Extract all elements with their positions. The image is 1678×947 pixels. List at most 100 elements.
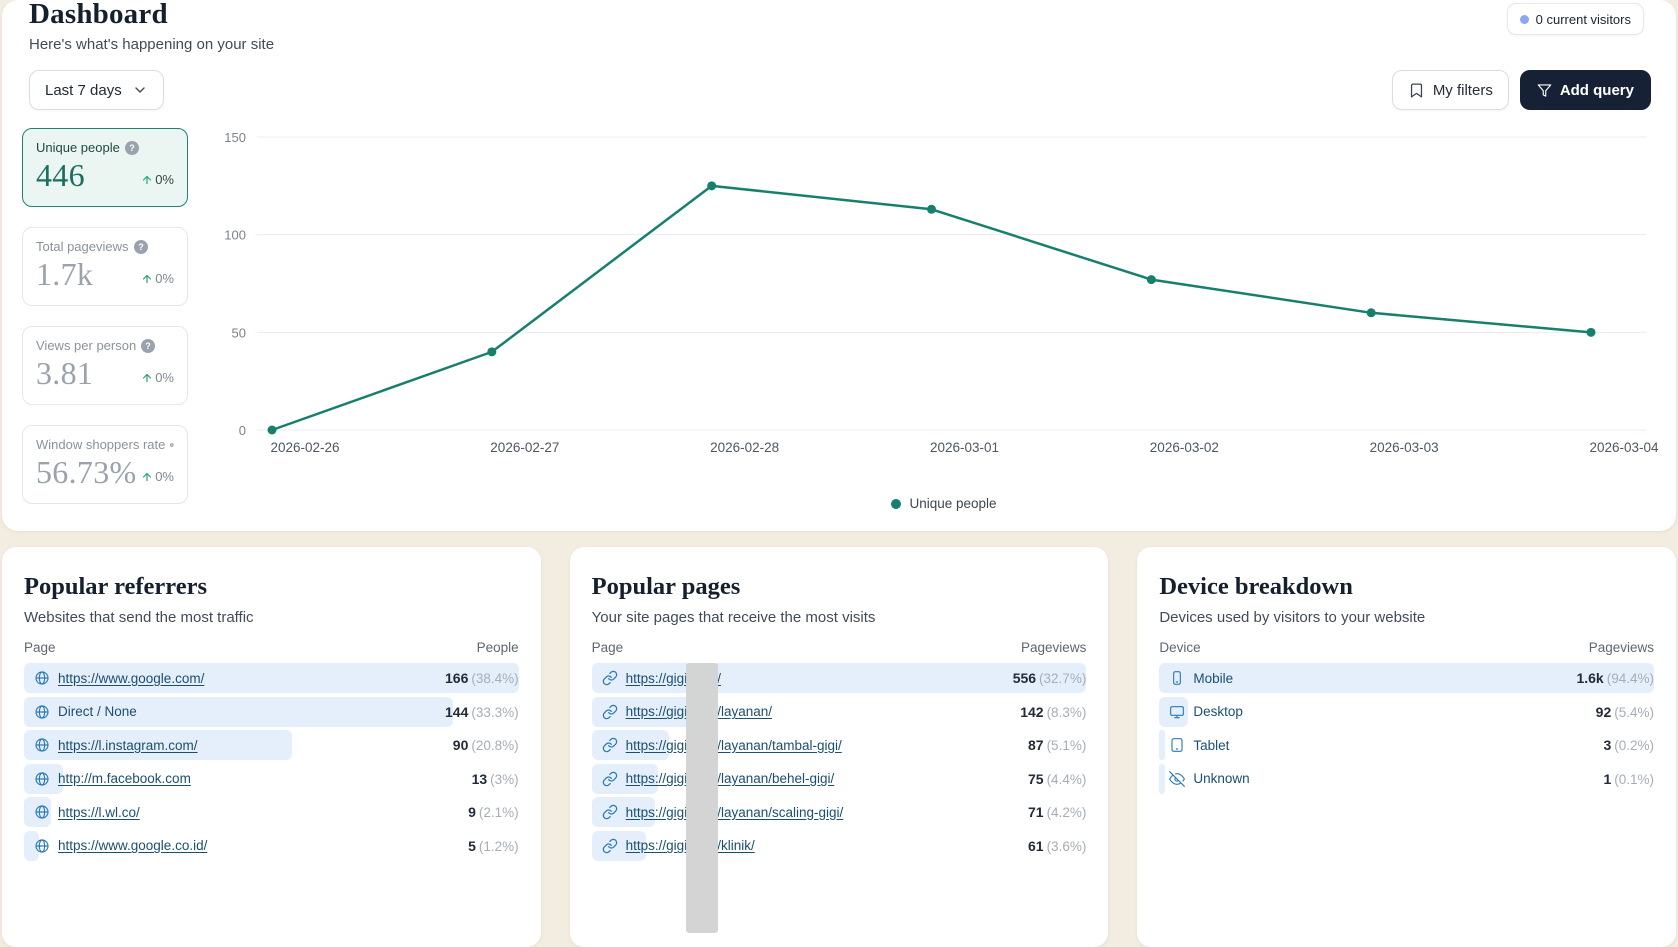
popular-pages-card: Popular pages Your site pages that recei… (570, 547, 1109, 947)
page-link[interactable]: https://gigi/layanan/behel-gigi/ (626, 771, 835, 786)
add-query-button[interactable]: Add query (1520, 70, 1651, 110)
row-value: 1(0.1%) (1595, 771, 1654, 787)
row-value: 92(5.4%) (1588, 704, 1654, 720)
stat-card-total-pageviews[interactable]: Total pageviews ? 1.7k 0% (22, 227, 188, 306)
svg-text:0: 0 (239, 423, 246, 438)
card-title: Device breakdown (1159, 573, 1654, 601)
row-value: 166(38.4%) (437, 670, 519, 686)
row-value: 3(0.2%) (1595, 737, 1654, 753)
link-icon (602, 670, 618, 686)
stat-label: Unique people (36, 140, 120, 155)
card-subtitle: Websites that send the most traffic (24, 609, 519, 626)
svg-text:50: 50 (232, 325, 246, 340)
row-value: 13(3%) (464, 771, 519, 787)
row-value: 71(4.2%) (1020, 804, 1086, 820)
referrer-link[interactable]: https://www.google.com/ (58, 671, 204, 686)
globe-icon (34, 838, 50, 854)
table-row: Direct / None 144(33.3%) (24, 697, 519, 727)
table-row: Mobile1.6k(94.4%) (1159, 663, 1654, 693)
current-visitors-badge: 0 current visitors (1507, 3, 1644, 35)
stat-delta: 0% (141, 469, 174, 491)
device-label[interactable]: Unknown (1193, 771, 1249, 786)
legend-dot-icon (891, 499, 901, 509)
page-link[interactable]: https://gigi/layanan/tambal-gigi/ (626, 738, 842, 753)
column-header-pageviews: Pageviews (1589, 640, 1654, 655)
page-link[interactable]: https://gigi/layanan/scaling-gigi/ (626, 805, 844, 820)
eye-off-icon (1169, 771, 1185, 787)
row-value: 5(1.2%) (460, 838, 519, 854)
table-row: Desktop 92(5.4%) (1159, 697, 1654, 727)
page-title: Dashboard (29, 0, 168, 34)
stat-value: 56.73% (36, 453, 136, 491)
mobile-icon (1169, 670, 1185, 686)
help-icon: ? (134, 240, 148, 254)
table-row: Tablet 3(0.2%) (1159, 730, 1654, 760)
svg-text:2026-03-04: 2026-03-04 (1589, 440, 1659, 455)
table-row: https://www.google.com/166(38.4%) (24, 663, 519, 693)
device-label[interactable]: Mobile (1193, 671, 1233, 686)
breakdown-cards-row: Popular referrers Websites that send the… (2, 547, 1676, 947)
stat-card-views-per-person[interactable]: Views per person ? 3.81 0% (22, 326, 188, 405)
svg-text:100: 100 (224, 228, 246, 243)
row-value: 75(4.4%) (1020, 771, 1086, 787)
referrer-link[interactable]: https://l.wl.co/ (58, 805, 140, 820)
link-icon (602, 838, 618, 854)
referrer-link[interactable]: https://l.instagram.com/ (58, 738, 198, 753)
stat-value: 3.81 (36, 354, 93, 392)
card-subtitle: Your site pages that receive the most vi… (592, 609, 1087, 626)
unique-people-line-chart: 0501001502026-02-262026-02-272026-02-282… (224, 130, 1664, 465)
card-title: Popular pages (592, 573, 1087, 601)
table-row: http://m.facebook.com 13(3%) (24, 764, 519, 794)
svg-text:2026-03-02: 2026-03-02 (1150, 440, 1219, 455)
referrer-link[interactable]: https://www.google.co.id/ (58, 838, 207, 853)
arrow-up-icon (141, 372, 153, 384)
table-row: Unknown 1(0.1%) (1159, 764, 1654, 794)
table-row: https://www.google.co.id/5(1.2%) (24, 831, 519, 861)
device-label[interactable]: Desktop (1193, 704, 1243, 719)
svg-text:2026-02-26: 2026-02-26 (270, 440, 339, 455)
overview-panel: Dashboard Here's what's happening on you… (2, 0, 1676, 531)
link-icon (602, 804, 618, 820)
svg-text:?: ? (138, 242, 144, 252)
row-value: 142(8.3%) (1012, 704, 1086, 720)
card-subtitle: Devices used by visitors to your website (1159, 609, 1654, 626)
row-value: 144(33.3%) (437, 704, 519, 720)
legend-label: Unique people (909, 496, 996, 511)
globe-icon (34, 771, 50, 787)
referrer-link[interactable]: http://m.facebook.com (58, 771, 191, 786)
toolbar-actions: My filters Add query (1392, 70, 1651, 110)
table-row: https://gigi/layanan/tambal-gigi/87(5.1%… (592, 730, 1087, 760)
card-title: Popular referrers (24, 573, 519, 601)
svg-text:2026-03-01: 2026-03-01 (930, 440, 999, 455)
svg-text:?: ? (129, 143, 135, 153)
stat-label: Window shoppers rate (36, 437, 165, 452)
popular-referrers-card: Popular referrers Websites that send the… (2, 547, 541, 947)
date-range-dropdown[interactable]: Last 7 days (29, 70, 164, 110)
stat-delta: 0% (141, 271, 174, 293)
stat-delta: 0% (141, 370, 174, 392)
referrer-link[interactable]: Direct / None (58, 704, 137, 719)
row-value: 87(5.1%) (1020, 737, 1086, 753)
referrers-rows: https://www.google.com/166(38.4%) Direct … (24, 663, 519, 861)
column-header-pageviews: Pageviews (1021, 640, 1086, 655)
my-filters-button[interactable]: My filters (1392, 70, 1509, 110)
date-range-label: Last 7 days (45, 82, 122, 99)
stat-card-unique-people[interactable]: Unique people ? 446 0% (22, 128, 188, 207)
page-subtitle: Here's what's happening on your site (29, 36, 274, 53)
arrow-up-icon (141, 174, 153, 186)
table-row: https://gigi/layanan/142(8.3%) (592, 697, 1087, 727)
add-query-label: Add query (1560, 82, 1634, 99)
devices-rows: Mobile1.6k(94.4%) Desktop 92(5.4%) Tablet 3(… (1159, 663, 1654, 794)
stat-card-window-shoppers-rate[interactable]: Window shoppers rate ? 56.73% 0% (22, 425, 188, 504)
svg-text:2026-02-27: 2026-02-27 (490, 440, 559, 455)
table-row: https://l.instagram.com/90(20.8%) (24, 730, 519, 760)
svg-text:150: 150 (224, 130, 246, 145)
redacted-url-overlay (686, 663, 718, 933)
column-header-people: People (477, 640, 519, 655)
row-value: 90(20.8%) (445, 737, 519, 753)
device-label[interactable]: Tablet (1193, 738, 1229, 753)
desktop-icon (1169, 704, 1185, 720)
stat-label: Views per person (36, 338, 136, 353)
table-header: Device Pageviews (1159, 640, 1654, 655)
svg-text:2026-03-03: 2026-03-03 (1370, 440, 1439, 455)
